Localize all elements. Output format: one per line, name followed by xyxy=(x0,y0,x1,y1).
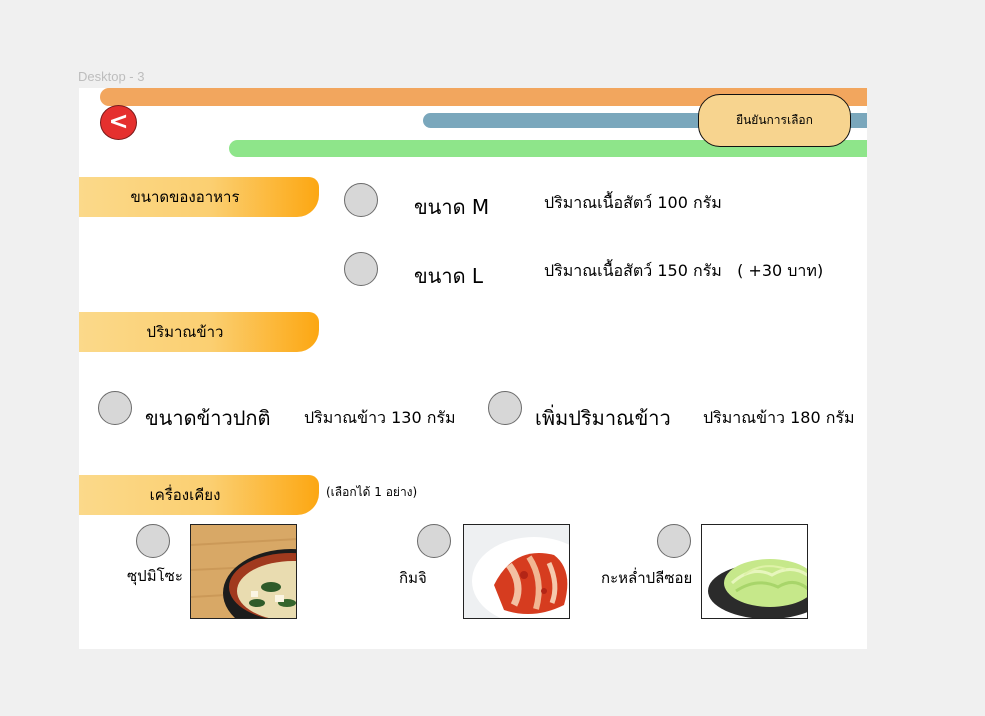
size-m-detail: ปริมาณเนื้อสัตว์ 100 กรัม xyxy=(544,193,722,212)
radio-rice-extra[interactable] xyxy=(488,391,522,425)
side-cabbage-label: กะหล่ำปลีซอย xyxy=(601,569,693,587)
radio-side-miso[interactable] xyxy=(136,524,170,558)
rice-extra-label: เพิ่มปริมาณข้าว xyxy=(535,406,671,430)
size-l-label: ขนาด L xyxy=(414,264,484,288)
size-m-label: ขนาด M xyxy=(414,195,490,219)
side-kimchi-label: กิมจิ xyxy=(399,569,427,587)
section-title-side-dish: เครื่องเคียง xyxy=(149,486,221,504)
section-tab-rice-amount: ปริมาณข้าว xyxy=(79,312,319,352)
side-miso-label: ซุปมิโซะ xyxy=(127,567,183,585)
section-title-food-size: ขนาดของอาหาร xyxy=(130,188,240,206)
miso-soup-photo xyxy=(190,524,297,619)
shredded-cabbage-photo xyxy=(701,524,808,619)
desktop-frame: < ยืนยันการเลือก ขนาดของอาหาร ขนาด M ปริ… xyxy=(79,88,867,649)
size-l-detail: ปริมาณเนื้อสัตว์ 150 กรัม ( +30 บาท) xyxy=(544,261,824,280)
back-button[interactable]: < xyxy=(100,105,137,140)
rice-normal-label: ขนาดข้าวปกติ xyxy=(145,406,271,430)
radio-rice-normal[interactable] xyxy=(98,391,132,425)
confirm-selection-button[interactable]: ยืนยันการเลือก xyxy=(698,94,851,147)
kimchi-photo xyxy=(463,524,570,619)
section-tab-food-size: ขนาดของอาหาร xyxy=(79,177,319,217)
frame-label: Desktop - 3 xyxy=(78,69,145,84)
radio-side-kimchi[interactable] xyxy=(417,524,451,558)
radio-size-l[interactable] xyxy=(344,252,378,286)
radio-size-m[interactable] xyxy=(344,183,378,217)
side-dish-note: (เลือกได้ 1 อย่าง) xyxy=(326,485,418,499)
section-tab-side-dish: เครื่องเคียง xyxy=(79,475,319,515)
rice-normal-detail: ปริมาณข้าว 130 กรัม xyxy=(304,408,456,427)
rice-extra-detail: ปริมาณข้าว 180 กรัม xyxy=(703,408,855,427)
radio-side-cabbage[interactable] xyxy=(657,524,691,558)
section-title-rice-amount: ปริมาณข้าว xyxy=(146,323,224,341)
